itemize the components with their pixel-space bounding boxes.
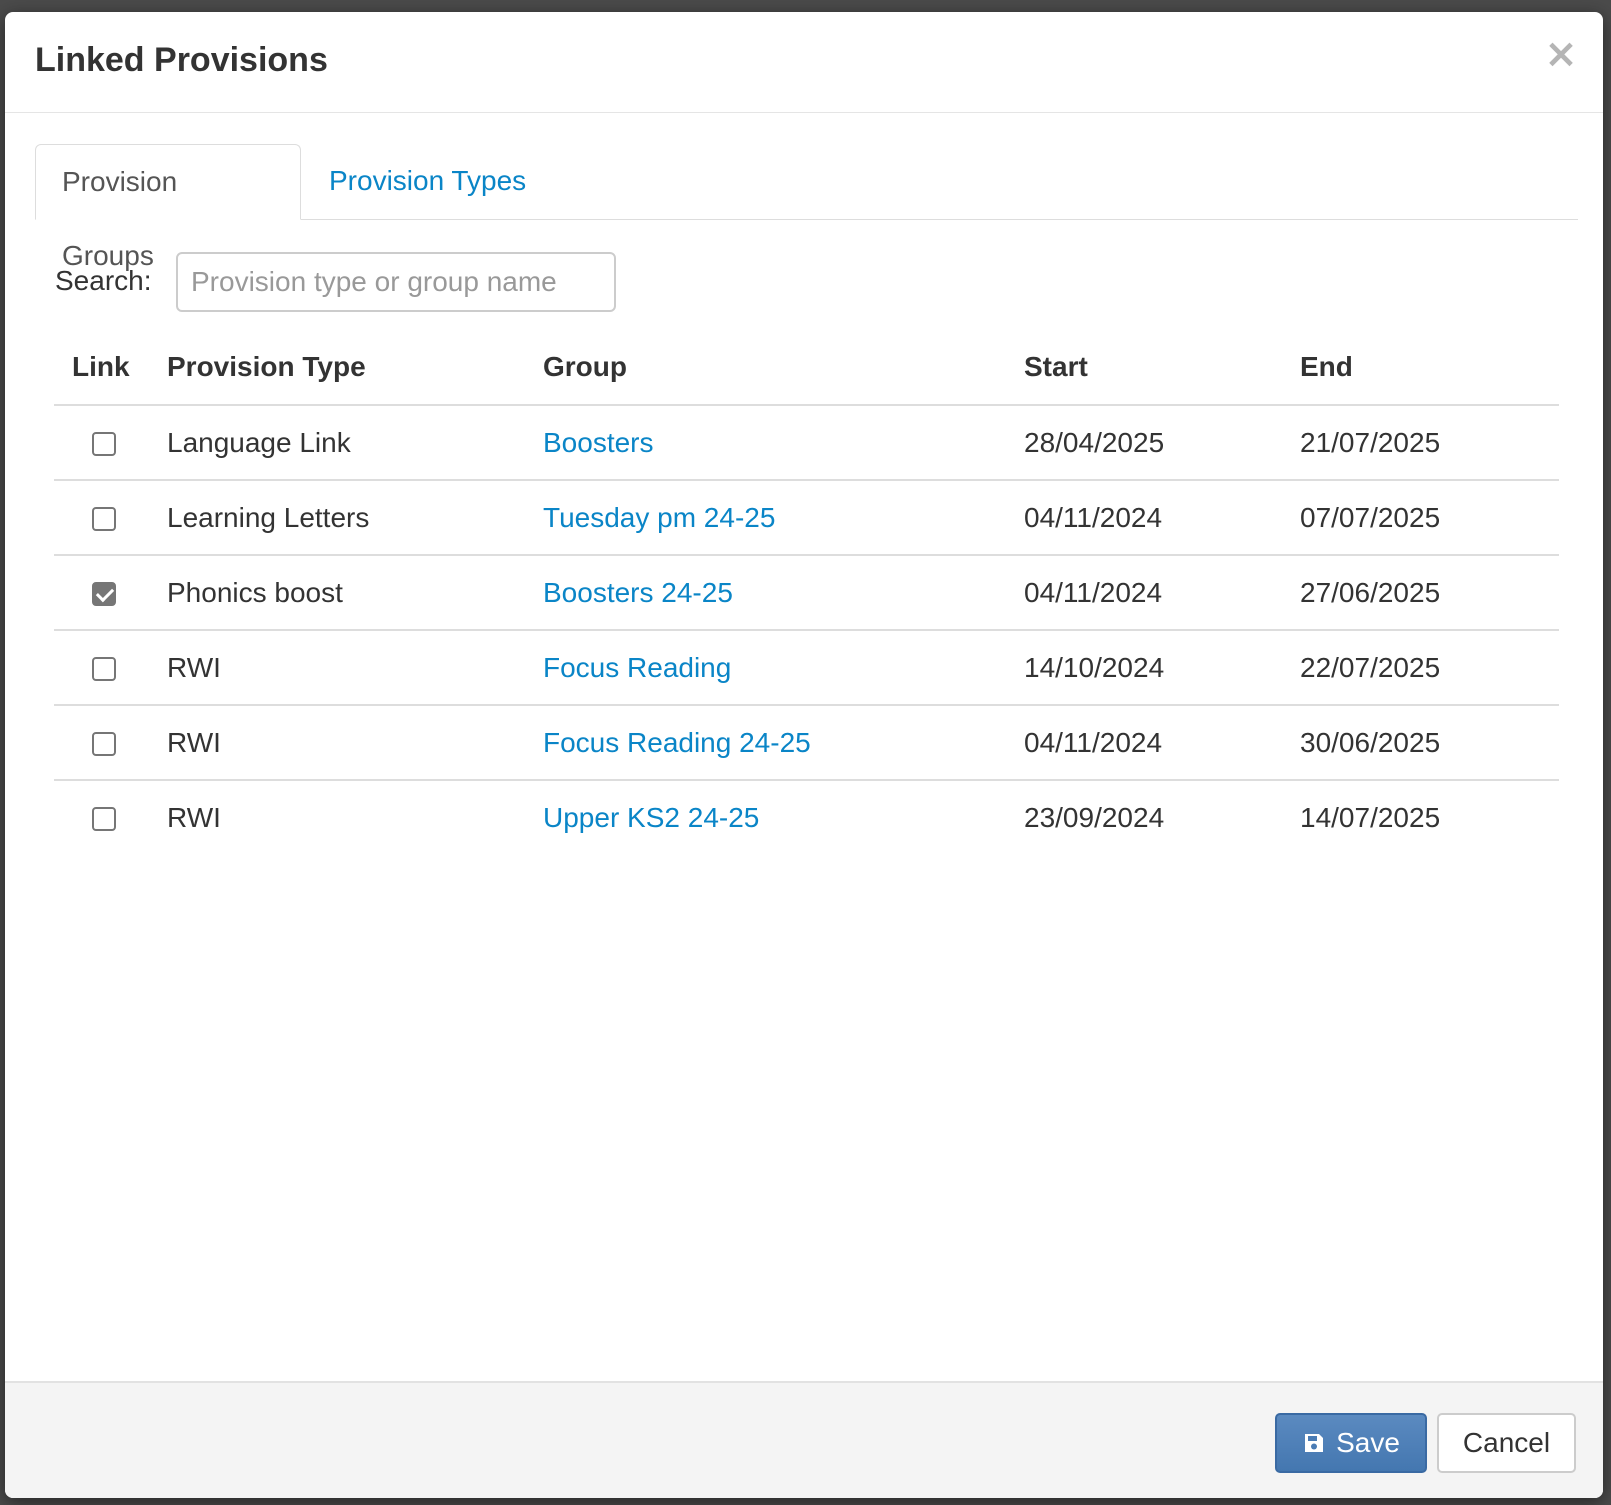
start-date-cell: 04/11/2024	[1024, 555, 1300, 631]
save-button-label: Save	[1336, 1427, 1400, 1458]
table-body: Language Link Boosters 28/04/2025 21/07/…	[54, 405, 1559, 854]
tab-provision-groups[interactable]: Provision Groups	[35, 144, 301, 271]
floppy-disk-icon	[1305, 1434, 1324, 1452]
table-row: Learning Letters Tuesday pm 24-25 04/11/…	[54, 480, 1559, 556]
group-link[interactable]: Upper KS2 24-25	[543, 802, 759, 833]
save-button[interactable]: Save	[1275, 1413, 1427, 1473]
start-date-cell: 23/09/2024	[1024, 801, 1165, 833]
provision-type-cell: Learning Letters	[167, 480, 543, 556]
table-row: RWI Upper KS2 24-25 23/09/2024 14/07/202…	[54, 780, 1559, 854]
group-link[interactable]: Boosters 24-25	[543, 577, 733, 608]
tab-bar: Provision Groups Provision Types	[35, 144, 1578, 271]
column-header-provision-type: Provision Type	[167, 330, 543, 406]
end-date-cell: 27/06/2025	[1300, 555, 1559, 631]
close-icon[interactable]: ×	[1541, 34, 1581, 74]
group-link[interactable]: Focus Reading 24-25	[543, 727, 811, 758]
start-date-cell: 14/10/2024	[1024, 630, 1300, 706]
link-checkbox[interactable]	[92, 732, 116, 757]
start-date-cell: 28/04/2025	[1024, 405, 1300, 481]
group-link[interactable]: Focus Reading	[543, 652, 731, 683]
provisions-table: Link Provision Type Group Start End Lang…	[54, 330, 1559, 854]
link-checkbox[interactable]	[92, 507, 116, 532]
end-date-cell: 21/07/2025	[1300, 405, 1559, 481]
start-date-cell: 04/11/2024	[1024, 480, 1300, 556]
table-row: Language Link Boosters 28/04/2025 21/07/…	[54, 405, 1559, 481]
table-row: RWI Focus Reading 14/10/2024 22/07/2025	[54, 630, 1559, 706]
table-row: RWI Focus Reading 24-25 04/11/2024 30/06…	[54, 705, 1559, 781]
link-checkbox[interactable]	[92, 807, 116, 832]
column-header-group: Group	[543, 330, 1024, 406]
end-date-cell: 30/06/2025	[1300, 705, 1559, 781]
provision-type-cell: RWI	[167, 630, 543, 706]
end-date-cell: 07/07/2025	[1300, 480, 1559, 556]
provision-type-cell: RWI	[167, 801, 221, 833]
dialog-title: Linked Provisions	[35, 41, 328, 79]
dialog-footer: Save Cancel	[5, 1381, 1603, 1498]
link-checkbox[interactable]	[92, 582, 116, 607]
provision-type-cell: Language Link	[167, 405, 543, 481]
linked-provisions-dialog: Linked Provisions × Provision Groups Pro…	[5, 12, 1603, 1498]
cancel-button[interactable]: Cancel	[1437, 1413, 1576, 1473]
table-row: Phonics boost Boosters 24-25 04/11/2024 …	[54, 555, 1559, 631]
table-header-row: Link Provision Type Group Start End	[54, 330, 1559, 406]
group-link[interactable]: Boosters	[543, 427, 654, 458]
link-checkbox[interactable]	[92, 657, 116, 682]
column-header-start: Start	[1024, 330, 1300, 406]
start-date-cell: 04/11/2024	[1024, 705, 1300, 781]
link-checkbox[interactable]	[92, 432, 116, 457]
end-date-cell: 22/07/2025	[1300, 630, 1559, 706]
search-input[interactable]	[176, 252, 616, 312]
dialog-header: Linked Provisions ×	[5, 12, 1603, 113]
column-header-end: End	[1300, 330, 1559, 406]
group-link[interactable]: Tuesday pm 24-25	[543, 502, 775, 533]
column-header-link: Link	[54, 330, 167, 406]
provisions-table-container: Link Provision Type Group Start End Lang…	[54, 330, 1559, 854]
provision-type-cell: RWI	[167, 705, 543, 781]
end-date-cell: 14/07/2025	[1300, 801, 1441, 833]
provision-type-cell: Phonics boost	[167, 555, 543, 631]
tab-provision-types[interactable]: Provision Types	[303, 144, 552, 218]
search-label: Search:	[55, 265, 152, 296]
